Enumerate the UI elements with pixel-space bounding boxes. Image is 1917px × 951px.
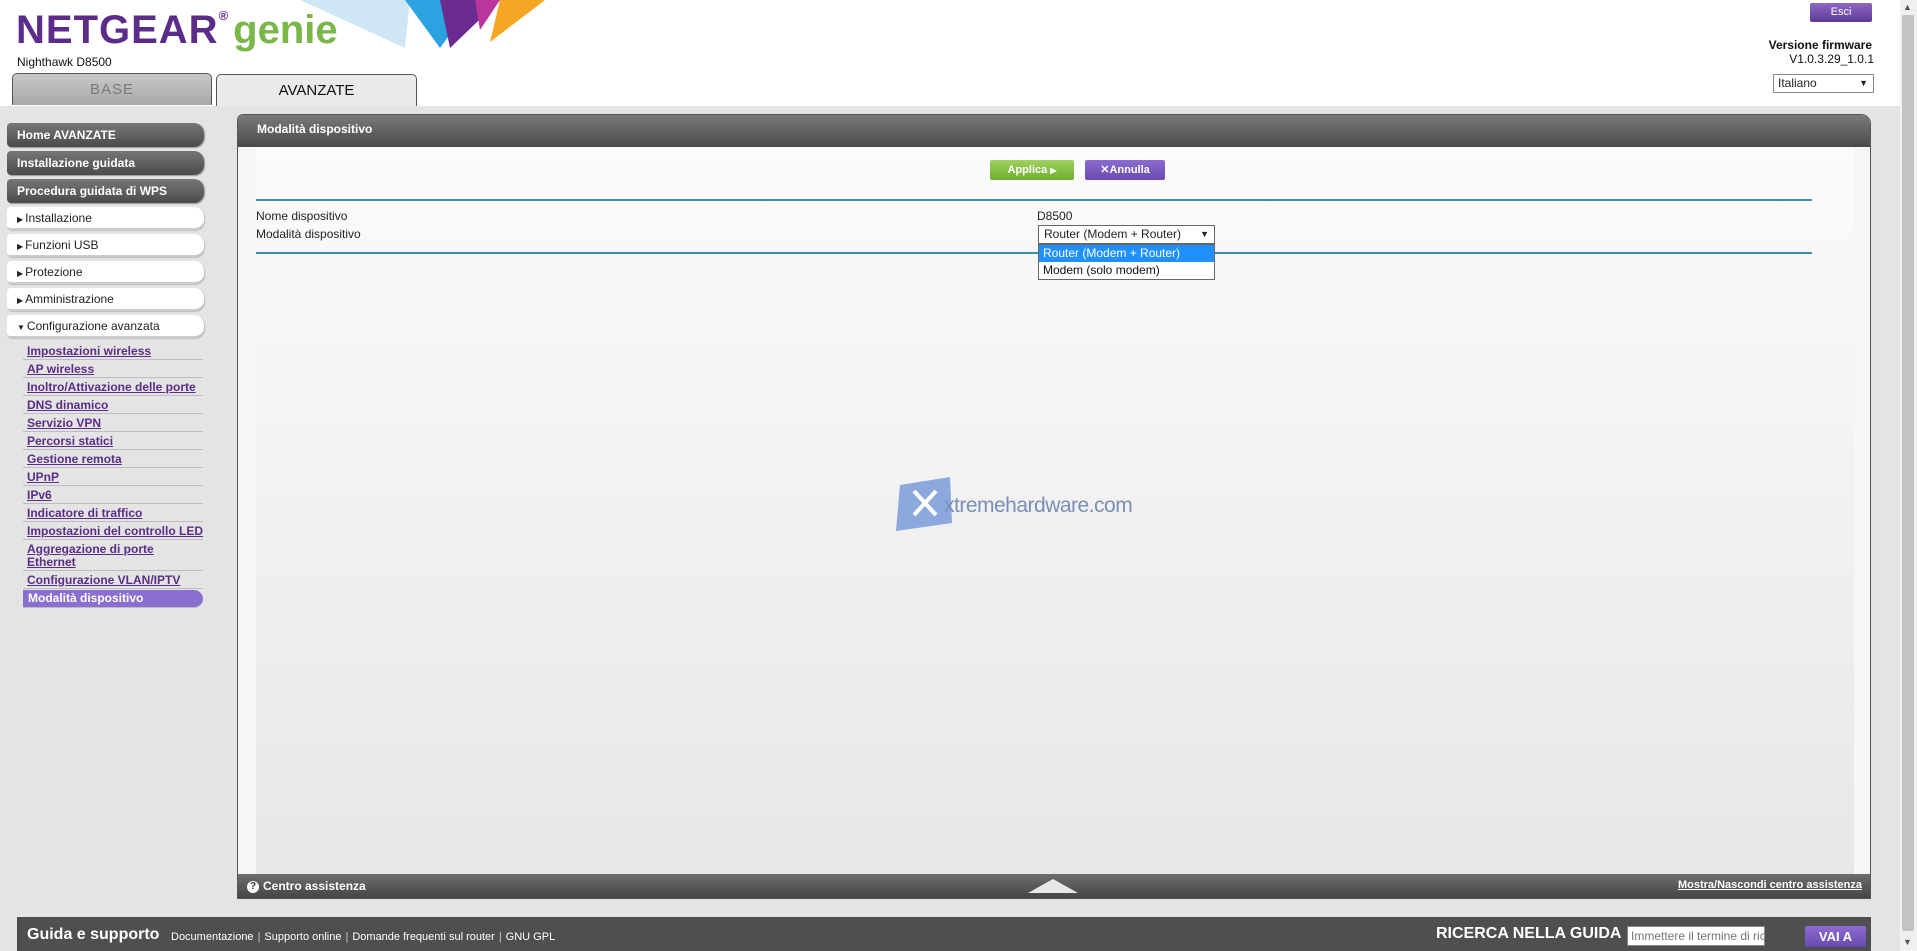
submenu-remote-management[interactable]: Gestione remota — [23, 450, 203, 468]
expand-arrow-icon[interactable] — [1028, 879, 1078, 893]
link-separator: | — [257, 931, 261, 943]
help-search-input[interactable] — [1627, 926, 1765, 946]
help-search-title: RICERCA NELLA GUIDA — [1436, 925, 1622, 942]
sidebar-section-label: Installazione — [25, 211, 92, 225]
section-divider — [256, 199, 1812, 201]
tab-base[interactable]: BASE — [12, 73, 212, 105]
device-model: Nighthawk D8500 — [17, 55, 112, 69]
submenu-vlan-iptv[interactable]: Configurazione VLAN/IPTV — [23, 571, 203, 589]
sidebar-wps-wizard[interactable]: Procedura guidata di WPS — [7, 179, 204, 203]
device-name-value: D8500 — [1037, 209, 1073, 223]
device-name-label: Nome dispositivo — [256, 209, 348, 223]
device-mode-selected-value: Router (Modem + Router) — [1044, 227, 1182, 241]
sidebar-setup-wizard[interactable]: Installazione guidata — [7, 151, 204, 175]
sidebar-section-label: Amministrazione — [25, 292, 114, 306]
footer-link-online-support[interactable]: Supporto online — [264, 931, 341, 943]
submenu-device-mode[interactable]: Modalità dispositivo — [23, 590, 203, 608]
triangle-right-icon: ▶ — [17, 242, 24, 251]
sidebar-home-advanced[interactable]: Home AVANZATE — [7, 123, 204, 147]
link-separator: | — [345, 931, 349, 943]
header-decoration-graphic — [300, 0, 545, 48]
submenu-wireless-ap[interactable]: AP wireless — [23, 360, 203, 378]
submenu-vpn-service[interactable]: Servizio VPN — [23, 414, 203, 432]
footer-link-gnu-gpl[interactable]: GNU GPL — [506, 931, 556, 943]
device-mode-option-modem[interactable]: Modem (solo modem) — [1039, 262, 1214, 279]
sidebar-section-label: Configurazione avanzata — [26, 319, 160, 333]
cancel-button[interactable]: ✕Annulla — [1085, 160, 1165, 180]
sidebar: Home AVANZATE Installazione guidata Proc… — [7, 123, 207, 608]
chevron-down-icon: ▼ — [1859, 78, 1868, 88]
submenu-led-control[interactable]: Impostazioni del controllo LED — [23, 522, 203, 540]
sidebar-section-security[interactable]: ▶ Protezione — [7, 261, 204, 284]
logout-button[interactable]: Esci — [1810, 3, 1872, 22]
scroll-down-arrow-icon[interactable]: ▼ — [1903, 937, 1912, 947]
triangle-right-icon: ▶ — [17, 296, 24, 305]
footer: Guida e supporto Documentazione | Supporto… — [17, 917, 1871, 951]
cancel-label: Annulla — [1109, 164, 1150, 176]
help-center-label: Centro assistenza — [263, 879, 366, 893]
language-select[interactable]: Italiano ▼ — [1773, 74, 1874, 93]
submenu-ethernet-aggregation[interactable]: Aggregazione di porte Ethernet — [23, 540, 203, 571]
device-mode-select[interactable]: Router (Modem + Router) ▼ — [1038, 225, 1215, 244]
header: NETGEAR® genie Nighthawk D8500 BASE AVANZ… — [0, 0, 1917, 106]
footer-links: Documentazione | Supporto online | Domande f… — [171, 931, 555, 943]
brand-reg-mark: ® — [218, 8, 230, 23]
help-center-toggle-link[interactable]: Mostra/Nascondi centro assistenza — [1678, 879, 1862, 891]
sidebar-section-label: Protezione — [25, 265, 83, 279]
submenu-port-forwarding[interactable]: Inoltro/Attivazione delle porte — [23, 378, 203, 396]
triangle-right-icon: ▶ — [17, 269, 24, 278]
section-divider — [256, 252, 1812, 254]
help-center-bar: ? Centro assistenza Mostra/Nascondi cent… — [238, 874, 1870, 898]
advanced-setup-submenu: Impostazioni wireless AP wireless Inoltr… — [23, 342, 213, 608]
scrollbar-thumb[interactable] — [1902, 15, 1914, 931]
footer-link-documentation[interactable]: Documentazione — [171, 931, 254, 943]
device-mode-dropdown-list: Router (Modem + Router) Modem (solo mode… — [1038, 244, 1215, 280]
sidebar-section-setup[interactable]: ▶ Installazione — [7, 207, 204, 230]
link-separator: | — [498, 931, 502, 943]
netgear-logo: NETGEAR® genie — [16, 8, 338, 53]
help-search-go-button[interactable]: VAI A — [1805, 926, 1866, 947]
footer-title: Guida e supporto — [27, 926, 160, 943]
apply-label: Applica — [1007, 164, 1048, 176]
sidebar-section-administration[interactable]: ▶ Amministrazione — [7, 288, 204, 311]
language-value: Italiano — [1778, 76, 1817, 90]
main-panel: Modalità dispositivo Applica ▶ ✕Annulla … — [237, 114, 1871, 899]
help-question-icon: ? — [247, 881, 259, 893]
firmware-label: Versione firmware — [1768, 38, 1872, 52]
submenu-static-routes[interactable]: Percorsi statici — [23, 432, 203, 450]
submenu-traffic-meter[interactable]: Indicatore di traffico — [23, 504, 203, 522]
apply-button[interactable]: Applica ▶ — [990, 160, 1074, 180]
submenu-dynamic-dns[interactable]: DNS dinamico — [23, 396, 203, 414]
footer-link-router-faq[interactable]: Domande frequenti sul router — [352, 931, 494, 943]
page-title: Modalità dispositivo — [238, 115, 1870, 147]
sidebar-section-label: Funzioni USB — [25, 238, 99, 252]
triangle-down-icon: ▼ — [17, 323, 25, 332]
submenu-ipv6[interactable]: IPv6 — [23, 486, 203, 504]
scroll-up-arrow-icon[interactable]: ▲ — [1903, 2, 1912, 12]
submenu-wireless-settings[interactable]: Impostazioni wireless — [23, 342, 203, 360]
panel-body: Applica ▶ ✕Annulla Nome dispositivo D850… — [256, 147, 1854, 875]
submenu-upnp[interactable]: UPnP — [23, 468, 203, 486]
sidebar-section-advanced-setup[interactable]: ▼ Configurazione avanzata — [7, 315, 204, 338]
brand-name: NETGEAR — [16, 8, 219, 52]
watermark-text: xtremehardware.com — [944, 494, 1133, 517]
sidebar-section-usb[interactable]: ▶ Funzioni USB — [7, 234, 204, 257]
chevron-down-icon: ▼ — [1200, 229, 1209, 239]
device-mode-option-router[interactable]: Router (Modem + Router) — [1039, 245, 1214, 262]
device-mode-label: Modalità dispositivo — [256, 227, 361, 241]
tab-advanced[interactable]: AVANZATE — [216, 74, 417, 106]
play-arrow-icon: ▶ — [1050, 166, 1057, 175]
triangle-right-icon: ▶ — [17, 215, 24, 224]
firmware-version: V1.0.3.29_1.0.1 — [1789, 52, 1874, 66]
